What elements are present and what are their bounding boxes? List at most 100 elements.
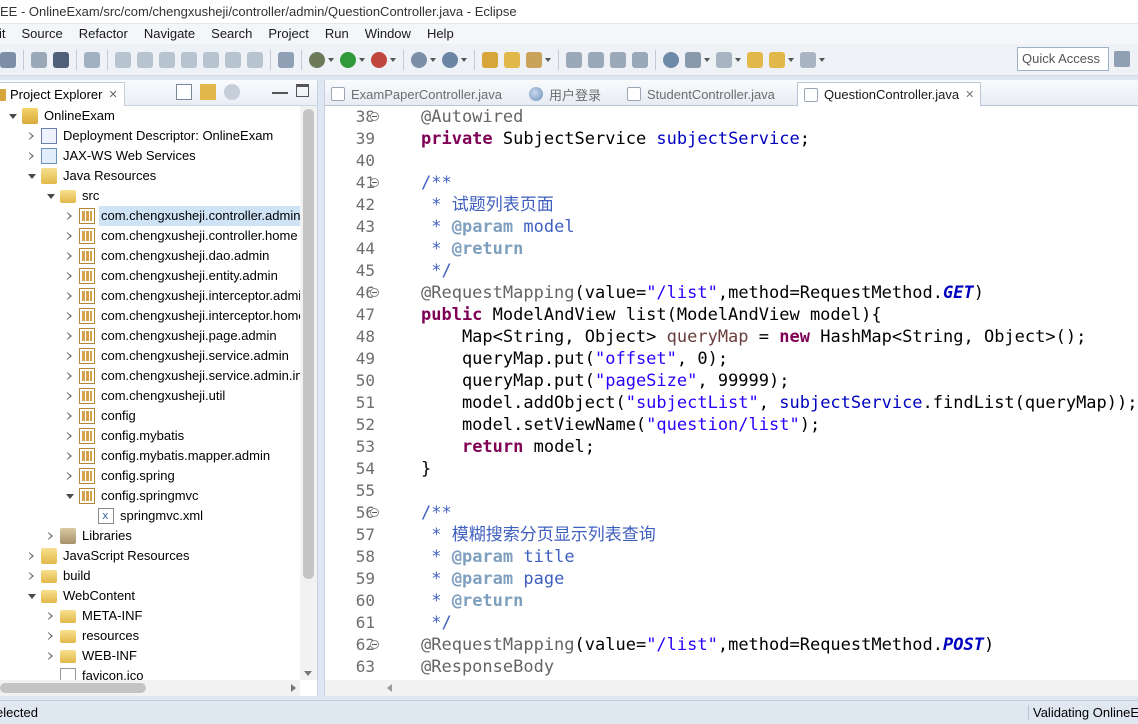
tree-item[interactable]: src [0, 186, 300, 206]
back-dropdown-icon[interactable] [788, 52, 795, 68]
chevron-right-icon[interactable] [65, 231, 75, 241]
next-annotation-dropdown-icon[interactable] [735, 52, 742, 68]
tab-student-controller[interactable]: StudentController.java [627, 82, 775, 106]
tree-item[interactable]: com.chengxusheji.entity.admin [0, 266, 300, 286]
menu-run[interactable]: Run [317, 24, 357, 44]
code-line[interactable]: 38 @Autowired [339, 106, 1138, 128]
chevron-down-icon[interactable] [65, 491, 75, 501]
code-line[interactable]: 54} [339, 458, 1138, 480]
scrollbar-thumb[interactable] [303, 109, 314, 579]
annotation-icon[interactable] [566, 51, 582, 68]
code-line[interactable]: 43 * @param model [339, 216, 1138, 238]
debug-icon[interactable] [309, 51, 325, 68]
chevron-right-icon[interactable] [65, 431, 75, 441]
tree-item[interactable]: com.chengxusheji.controller.home [0, 226, 300, 246]
tree-item[interactable]: com.chengxusheji.service.admin [0, 346, 300, 366]
chevron-right-icon[interactable] [65, 211, 75, 221]
code-editor[interactable]: 38 @Autowired 39 private SubjectService sub… [339, 106, 1138, 680]
chevron-down-icon[interactable] [46, 191, 56, 201]
tree-item[interactable]: com.chengxusheji.dao.admin [0, 246, 300, 266]
code-line[interactable]: 44 * @return [339, 238, 1138, 260]
code-line[interactable]: 51 model.addObject("subjectList", subjec… [339, 392, 1138, 414]
code-line[interactable]: 50 queryMap.put("pageSize", 99999); [339, 370, 1138, 392]
tree-item[interactable]: config.springmvc [0, 486, 300, 506]
explorer-horizontal-scrollbar[interactable] [0, 680, 300, 696]
step-over-icon[interactable] [225, 51, 241, 68]
tree-item[interactable]: config [0, 406, 300, 426]
menu-refactor[interactable]: Refactor [71, 24, 136, 44]
editor-horizontal-scrollbar[interactable] [325, 680, 1138, 696]
pen-dropdown-icon[interactable] [545, 52, 552, 68]
chevron-right-icon[interactable] [46, 651, 56, 661]
chevron-right-icon[interactable] [65, 351, 75, 361]
search-icon[interactable] [84, 51, 100, 68]
code-line[interactable]: 46 @RequestMapping(value="/list",method=R… [339, 282, 1138, 304]
code-line[interactable]: 53 return model; [339, 436, 1138, 458]
fold-toggle-icon[interactable] [370, 178, 379, 187]
chevron-right-icon[interactable] [65, 391, 75, 401]
code-line[interactable]: 48 Map<String, Object> queryMap = new Ha… [339, 326, 1138, 348]
chevron-right-icon[interactable] [65, 471, 75, 481]
tree-item[interactable]: Libraries [0, 526, 300, 546]
chevron-right-icon[interactable] [65, 271, 75, 281]
next-annotation-icon[interactable] [716, 51, 732, 68]
chevron-right-icon[interactable] [65, 331, 75, 341]
tree-item[interactable]: JAX-WS Web Services [0, 146, 300, 166]
quick-access-input[interactable]: Quick Access [1017, 47, 1109, 71]
external-tools-icon[interactable] [442, 51, 458, 68]
menu-window[interactable]: Window [357, 24, 419, 44]
tree-item[interactable]: com.chengxusheji.util [0, 386, 300, 406]
console-icon[interactable] [53, 51, 69, 68]
scroll-right-icon[interactable] [291, 684, 296, 692]
new-server-icon[interactable] [411, 51, 427, 68]
coverage-icon[interactable] [371, 51, 387, 68]
tree-item[interactable]: Java Resources [0, 166, 300, 186]
menu-project[interactable]: Project [260, 24, 316, 44]
chevron-right-icon[interactable] [27, 151, 37, 161]
step-return-icon[interactable] [247, 51, 263, 68]
chevron-right-icon[interactable] [46, 631, 56, 641]
code-line[interactable]: 42 * 试题列表页面 [339, 194, 1138, 216]
menu-navigate[interactable]: Navigate [136, 24, 203, 44]
arrow-right-icon[interactable] [800, 51, 816, 68]
debug-dropdown-icon[interactable] [328, 52, 335, 68]
code-line[interactable]: 56/** [339, 502, 1138, 524]
external-tools-dropdown-icon[interactable] [461, 52, 468, 68]
build-dropdown-icon[interactable] [704, 52, 711, 68]
close-icon[interactable]: ✕ [108, 88, 117, 101]
fold-toggle-icon[interactable] [370, 288, 379, 297]
chevron-right-icon[interactable] [27, 131, 37, 141]
tree-item[interactable]: META-INF [0, 606, 300, 626]
tree-item[interactable]: com.chengxusheji.interceptor.admin [0, 286, 300, 306]
chevron-right-icon[interactable] [46, 611, 56, 621]
forward-dropdown-icon[interactable] [819, 52, 826, 68]
maximize-icon[interactable] [296, 84, 309, 97]
project-explorer-tab[interactable]: Project Explorer ✕ [0, 82, 125, 106]
code-line[interactable]: 41/** [339, 172, 1138, 194]
code-line[interactable]: 52 model.setViewName("question/list"); [339, 414, 1138, 436]
code-line[interactable]: 61 */ [339, 612, 1138, 634]
tree-item[interactable]: config.mybatis.mapper.admin [0, 446, 300, 466]
tree-item[interactable]: com.chengxusheji.controller.admin [0, 206, 300, 226]
suspend-icon[interactable] [137, 51, 153, 68]
back-icon[interactable] [747, 51, 763, 68]
code-line[interactable]: 39 private SubjectService subjectService; [339, 128, 1138, 150]
tree-item[interactable]: com.chengxusheji.interceptor.home [0, 306, 300, 326]
chevron-down-icon[interactable] [27, 171, 37, 181]
print-icon[interactable] [31, 51, 47, 68]
collapse-all-icon[interactable] [176, 84, 192, 100]
toggle-icon[interactable] [278, 51, 294, 68]
save-icon[interactable] [0, 51, 16, 68]
close-icon[interactable]: ✕ [965, 88, 974, 101]
tree-item[interactable]: com.chengxusheji.service.admin.impl [0, 366, 300, 386]
tab-question-controller[interactable]: QuestionController.java ✕ [797, 82, 982, 107]
code-line[interactable]: 59 * @param page [339, 568, 1138, 590]
step-into-icon[interactable] [203, 51, 219, 68]
perspective-icon[interactable] [1114, 51, 1130, 67]
tree-item[interactable]: favicon.ico [0, 666, 300, 680]
chevron-right-icon[interactable] [65, 311, 75, 321]
scrollbar-thumb[interactable] [0, 683, 146, 693]
resume-icon[interactable] [115, 51, 131, 68]
task-icon[interactable] [610, 51, 626, 68]
mark-icon[interactable] [588, 51, 604, 68]
